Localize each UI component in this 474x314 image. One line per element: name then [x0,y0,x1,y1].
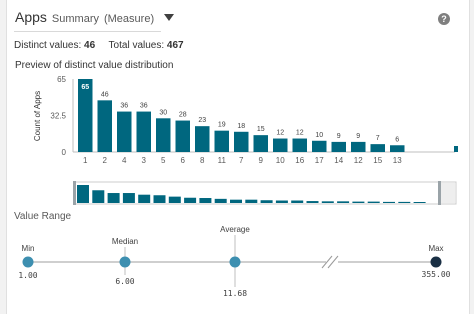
min-point[interactable] [22,256,34,268]
visualization-layer: 6532.50Count of Apps65146236436330528623… [18,75,458,298]
x-tick-label: 2 [103,156,108,165]
bar[interactable] [390,145,405,152]
x-tick-label: 8 [200,156,205,165]
bar-value-label: 36 [140,103,148,110]
overview-bar [291,200,304,203]
overview-bar [260,200,273,203]
x-tick-label: 13 [393,156,402,165]
overview-bar [230,199,242,203]
overview-bar [383,201,395,203]
overview-bar [214,198,227,203]
bar-partial [454,146,458,152]
median-label: Median [112,237,138,246]
overview-bar [153,195,166,203]
bar-value-label: 9 [337,133,341,140]
overview-bar [122,193,135,203]
overview-handle-left[interactable] [73,181,76,205]
bar-value-label: 10 [315,132,323,139]
bar[interactable] [253,135,269,152]
bar-value-label: 7 [376,135,380,142]
bar[interactable] [136,111,152,152]
bar-value-label: 28 [179,112,187,119]
max-value: 355.00 [422,270,451,279]
min-value: 1.00 [18,271,37,280]
x-tick-label: 10 [276,156,285,165]
bar-value-label: 30 [159,109,167,116]
min-label: Min [22,244,35,253]
overview-bar [352,201,365,203]
bar-value-label: 12 [276,130,284,137]
x-tick-label: 12 [354,156,363,165]
x-tick-label: 11 [218,156,227,165]
x-tick-label: 17 [315,156,324,165]
x-tick-label: 14 [334,156,343,165]
x-tick-label: 15 [373,156,382,165]
bar-value-label: 19 [218,122,226,129]
bar-value-label: 18 [237,123,245,130]
bar-value-label: 46 [101,91,109,98]
y-tick-label: 65 [57,75,66,84]
overview-bar [337,201,350,203]
x-tick-label: 7 [239,156,244,165]
overview-bar [245,199,258,203]
overview-bar [321,201,334,203]
max-point[interactable] [430,256,442,268]
bar[interactable] [351,141,366,152]
x-tick-label: 6 [181,156,186,165]
bar-value-label: 9 [356,133,360,140]
x-tick-label: 4 [122,156,127,165]
average-value: 11.68 [223,289,247,298]
overview-bar [306,201,319,203]
overview-bar [413,202,426,203]
y-axis-title: Count of Apps [33,91,42,141]
bar[interactable] [292,138,308,152]
x-tick-label: 5 [161,156,166,165]
bar[interactable] [97,100,113,152]
overview-bar [77,185,89,203]
median-point[interactable] [119,256,131,268]
overview-bar [398,201,411,203]
median-value: 6.00 [115,277,134,286]
average-label: Average [220,225,250,234]
y-tick-label: 0 [62,148,67,157]
overview-bar [138,194,151,203]
overview-bar [107,193,120,203]
overview-handle-right[interactable] [438,181,441,205]
x-tick-label: 1 [83,156,88,165]
bar-value-label: 12 [296,130,304,137]
bar[interactable] [156,118,171,152]
overview-outside-region [440,183,455,203]
bar[interactable] [214,130,230,152]
bar[interactable] [175,120,191,152]
max-label: Max [428,244,443,253]
bar[interactable] [195,126,210,152]
overview-bar [168,196,181,203]
axis-break-mark [327,255,339,269]
x-tick-label: 9 [259,156,264,165]
bar-value-label: 36 [120,103,128,110]
bar[interactable] [234,131,249,152]
x-tick-label: 16 [295,156,304,165]
bar[interactable] [331,141,347,152]
y-tick-label: 32.5 [50,112,66,121]
bar[interactable] [370,144,386,152]
overview-bar [275,200,288,203]
bar-value-label: 23 [198,117,206,124]
overview-bar [199,198,212,203]
bar-value-label: 6 [395,136,399,143]
overview-bar [184,197,197,203]
bar-value-label: 65 [81,84,89,91]
bar[interactable] [117,111,132,152]
x-tick-label: 3 [142,156,147,165]
overview-bar [367,201,380,203]
bar[interactable] [273,138,288,152]
bar[interactable] [312,140,327,152]
average-point[interactable] [229,256,241,268]
overview-bar [92,190,105,203]
bar-value-label: 15 [257,126,265,133]
